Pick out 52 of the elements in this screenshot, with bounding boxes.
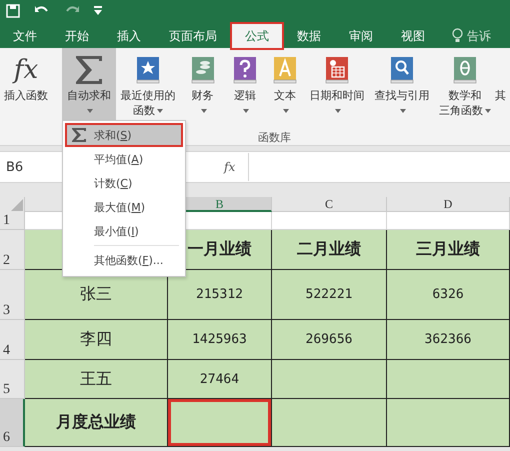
table-cell: 215312 [168, 270, 272, 320]
table-cell: 362366 [387, 320, 510, 360]
ribbon-button[interactable]: 查找与引用 [369, 48, 435, 130]
ribbon-button[interactable]: 逻辑 [225, 48, 265, 130]
save-icon[interactable] [6, 4, 20, 18]
menu-item[interactable]: 计数(C) [63, 171, 185, 195]
ribbon-button[interactable]: 数学和 三角函数 [435, 48, 495, 130]
menu-item[interactable]: 求和(S) [65, 123, 183, 147]
magnifier-book-icon [389, 56, 415, 84]
table-cell: 1425963 [168, 320, 272, 360]
coins-book-icon [190, 56, 216, 84]
table-cell: 二月业绩 [272, 230, 387, 270]
ribbon-tab[interactable]: 插入 [104, 24, 154, 48]
theta-book-icon [452, 56, 478, 84]
ribbon-tab[interactable]: 视图 [388, 24, 438, 48]
table-cell: 王五 [25, 360, 168, 399]
table-cell: 269656 [272, 320, 387, 360]
ribbon-button[interactable]: 日期和时间 [305, 48, 369, 130]
ribbon-tab[interactable]: 数据 [284, 24, 334, 48]
table-cell: 李四 [25, 320, 168, 360]
ribbon-button[interactable]: 其 [495, 48, 509, 130]
ribbon-button[interactable]: 财务 [180, 48, 225, 130]
star-book-icon [135, 56, 161, 84]
customize-icon[interactable] [94, 6, 102, 16]
question-book-icon [232, 56, 258, 84]
table-cell: 三月业绩 [387, 230, 510, 270]
lightbulb-icon [452, 28, 463, 44]
table-cell: 6326 [387, 270, 510, 320]
ribbon-button[interactable]: fx 插入函数 [0, 48, 52, 130]
tell-me-field[interactable]: 告诉 [467, 28, 491, 44]
insert-function-button[interactable]: fx [224, 160, 248, 174]
calendar-book-icon [324, 56, 350, 84]
column-header[interactable]: C [272, 197, 387, 212]
table-cell: 月度总业绩 [25, 399, 168, 447]
row-header[interactable]: 4 [0, 320, 25, 360]
ribbon-tab[interactable]: 文件 [0, 24, 50, 48]
row-header[interactable]: 2 [0, 230, 25, 270]
table-cell: 27464 [168, 360, 272, 399]
row-header[interactable]: 5 [0, 360, 25, 399]
ribbon-tab[interactable]: 公式 [232, 24, 282, 48]
row-header[interactable]: 1 [0, 212, 25, 230]
table-cell: 522221 [272, 270, 387, 320]
menu-item[interactable]: 平均值(A) [63, 147, 185, 171]
group-label: 函数库 [258, 131, 291, 144]
column-header[interactable]: D [387, 197, 510, 212]
ribbon-tab[interactable]: 页面布局 [156, 24, 230, 48]
letter-book-icon [272, 56, 298, 84]
ribbon-button[interactable]: 文本 [265, 48, 305, 130]
row-header[interactable]: 3 [0, 270, 25, 320]
ribbon-tab[interactable]: 审阅 [336, 24, 386, 48]
row-header[interactable]: 6 [0, 399, 25, 447]
ribbon-tab[interactable]: 开始 [52, 24, 102, 48]
